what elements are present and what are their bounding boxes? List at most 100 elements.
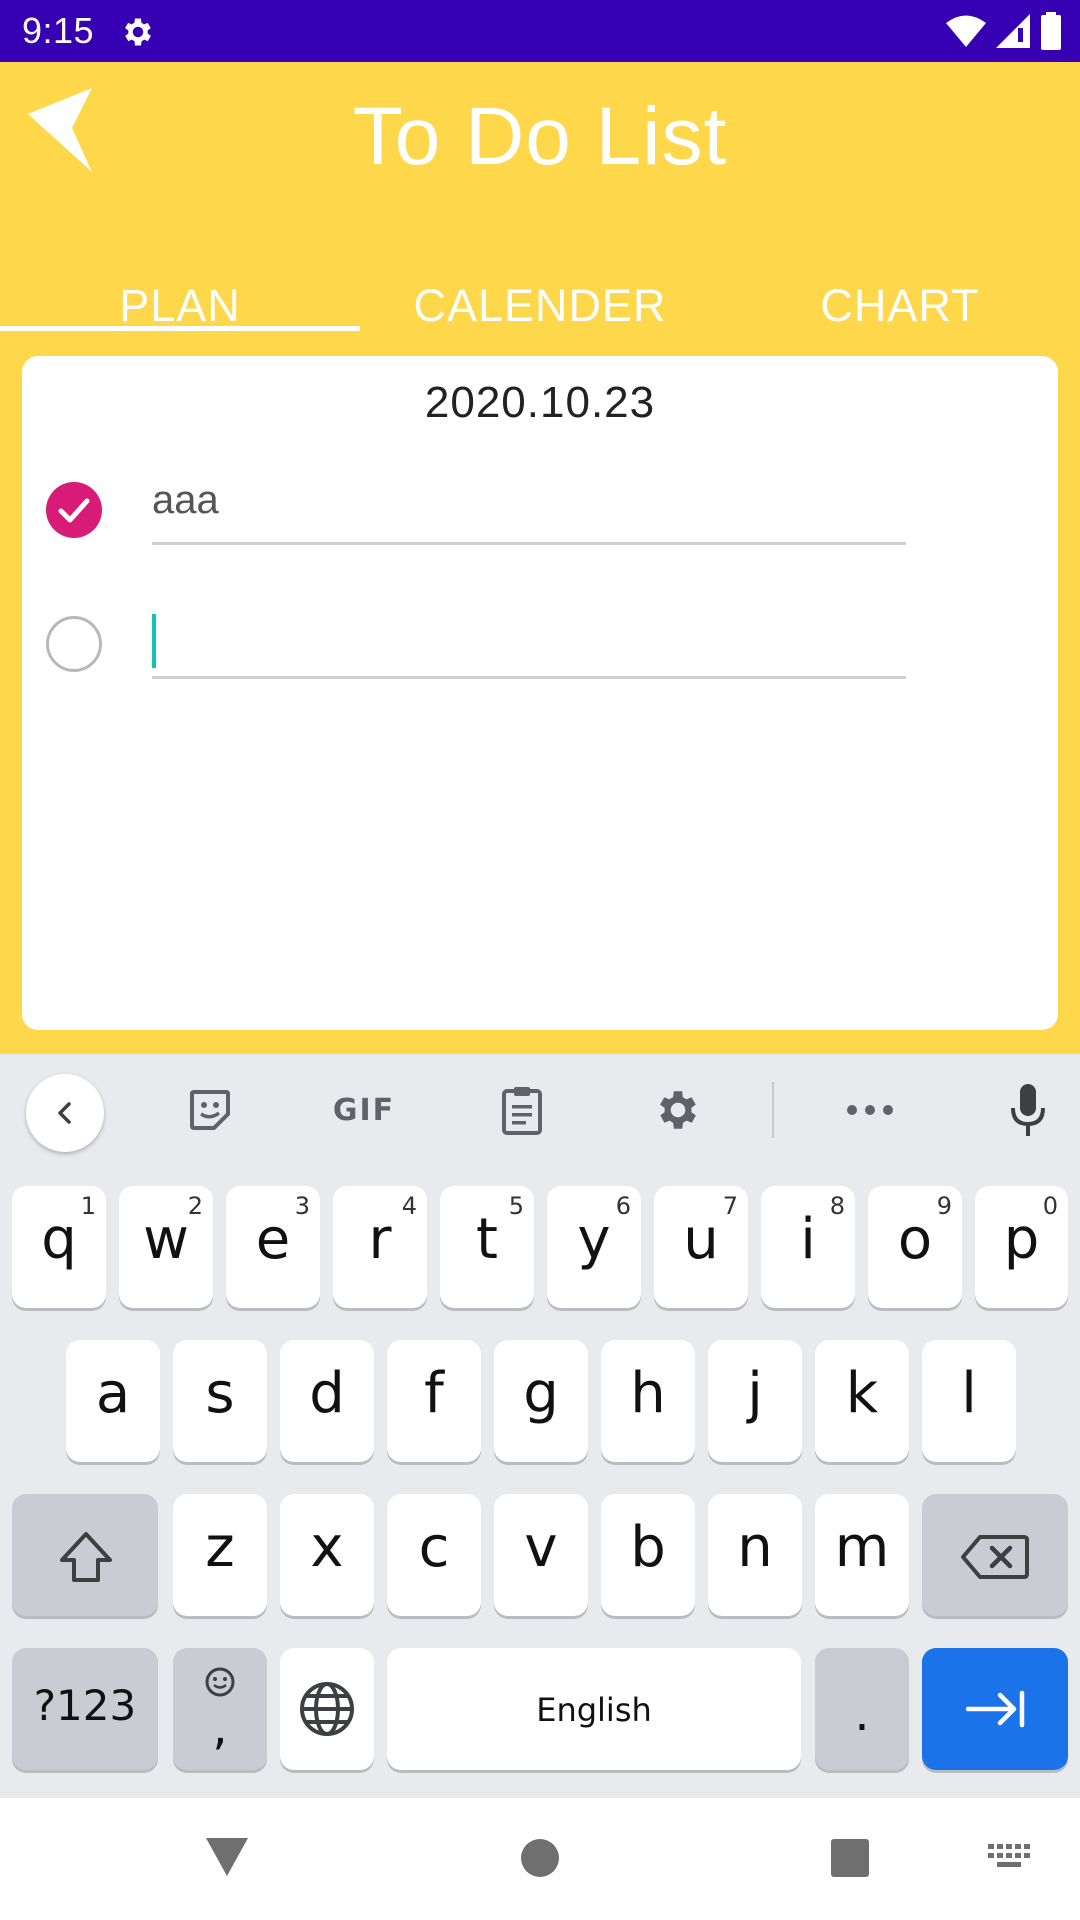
page-title: To Do List bbox=[352, 91, 728, 182]
key-z[interactable]: z bbox=[173, 1494, 267, 1616]
key-label: j bbox=[747, 1361, 763, 1426]
home-nav-icon[interactable] bbox=[520, 1838, 560, 1878]
battery-icon bbox=[1041, 12, 1061, 50]
symbols-key[interactable]: ?123 bbox=[12, 1648, 158, 1770]
space-key[interactable]: English bbox=[387, 1648, 801, 1770]
app-bar: To Do List PLAN CALENDER CHART bbox=[0, 62, 1080, 332]
shift-key[interactable] bbox=[12, 1494, 158, 1616]
tab-next-icon bbox=[966, 1690, 1025, 1728]
key-label: . bbox=[854, 1686, 870, 1742]
wifi-icon bbox=[946, 15, 986, 47]
emoji-icon bbox=[205, 1667, 235, 1697]
todo-card: 2020.10.23 aaa bbox=[22, 356, 1058, 1030]
key-p[interactable]: 0p bbox=[975, 1186, 1068, 1308]
key-label: o bbox=[897, 1207, 933, 1272]
tab-chart[interactable]: CHART bbox=[720, 230, 1080, 332]
key-label: c bbox=[418, 1515, 450, 1580]
sticker-icon[interactable] bbox=[180, 1080, 240, 1140]
settings-icon bbox=[125, 18, 151, 46]
navigation-bar bbox=[0, 1798, 1080, 1920]
key-label: y bbox=[577, 1207, 611, 1272]
key-h[interactable]: h bbox=[601, 1340, 695, 1462]
key-q[interactable]: 1q bbox=[12, 1186, 106, 1308]
key-x[interactable]: x bbox=[280, 1494, 374, 1616]
soft-keyboard: GIF 1q 2w 3 e 4 r 5 t 6 y 7 u 8 i 9 o 0 … bbox=[0, 1054, 1080, 1798]
key-f[interactable]: f bbox=[387, 1340, 481, 1462]
back-nav-icon[interactable] bbox=[204, 1836, 250, 1878]
gif-button[interactable]: GIF bbox=[332, 1080, 396, 1140]
key-w[interactable]: 2w bbox=[119, 1186, 213, 1308]
status-time: 9:15 bbox=[22, 10, 95, 51]
key-label: e bbox=[255, 1207, 291, 1272]
key-y[interactable]: 6y bbox=[547, 1186, 641, 1308]
next-key[interactable] bbox=[922, 1648, 1068, 1770]
key-g[interactable]: g bbox=[494, 1340, 588, 1462]
language-key[interactable] bbox=[280, 1648, 374, 1770]
key-label: u bbox=[683, 1207, 719, 1272]
key-label: q bbox=[41, 1207, 77, 1272]
input-underline bbox=[152, 542, 906, 545]
key-o[interactable]: 9o bbox=[868, 1186, 962, 1308]
key-u[interactable]: 7u bbox=[654, 1186, 748, 1308]
key-label: x bbox=[310, 1515, 344, 1580]
key-label: m bbox=[834, 1515, 890, 1580]
keyboard-switch-icon[interactable] bbox=[988, 1844, 1030, 1872]
key-label: b bbox=[630, 1515, 666, 1580]
key-label: l bbox=[961, 1361, 977, 1426]
checkbox-checked[interactable] bbox=[46, 482, 102, 538]
key-label: r bbox=[368, 1207, 392, 1272]
key-label: English bbox=[536, 1691, 652, 1729]
period-key[interactable]: . bbox=[815, 1648, 909, 1770]
tab-calender[interactable]: CALENDER bbox=[360, 230, 720, 332]
tab-bar: PLAN CALENDER CHART bbox=[0, 230, 1080, 332]
toolbar-divider bbox=[772, 1082, 774, 1138]
key-label: , bbox=[212, 1700, 228, 1756]
clipboard-icon[interactable] bbox=[492, 1080, 552, 1140]
backspace-icon bbox=[961, 1535, 1029, 1579]
tab-indicator bbox=[0, 326, 360, 331]
tab-plan[interactable]: PLAN bbox=[0, 230, 360, 332]
key-j[interactable]: j bbox=[708, 1340, 802, 1462]
key-c[interactable]: c bbox=[387, 1494, 481, 1616]
gif-label: GIF bbox=[332, 1092, 396, 1128]
key-d[interactable]: d bbox=[280, 1340, 374, 1462]
status-bar: 9:15 bbox=[0, 0, 1080, 62]
key-i[interactable]: 8i bbox=[761, 1186, 855, 1308]
key-a[interactable]: a bbox=[66, 1340, 160, 1462]
key-b[interactable]: b bbox=[601, 1494, 695, 1616]
key-k[interactable]: k bbox=[815, 1340, 909, 1462]
backspace-key[interactable] bbox=[922, 1494, 1068, 1616]
key-label: a bbox=[95, 1361, 131, 1426]
key-label: t bbox=[476, 1207, 498, 1272]
key-label: d bbox=[309, 1361, 345, 1426]
settings-icon[interactable] bbox=[648, 1080, 708, 1140]
key-l[interactable]: l bbox=[922, 1340, 1016, 1462]
recents-nav-icon[interactable] bbox=[830, 1838, 870, 1878]
key-r[interactable]: 4r bbox=[333, 1186, 427, 1308]
mic-icon[interactable] bbox=[998, 1080, 1058, 1140]
key-n[interactable]: n bbox=[708, 1494, 802, 1616]
key-label: ?123 bbox=[33, 1681, 137, 1730]
key-label: z bbox=[205, 1515, 235, 1580]
input-underline bbox=[152, 676, 906, 679]
key-label: s bbox=[205, 1361, 235, 1426]
emoji-comma-key[interactable]: , bbox=[173, 1648, 267, 1770]
key-v[interactable]: v bbox=[494, 1494, 588, 1616]
collapse-icon[interactable] bbox=[26, 1074, 104, 1152]
key-t[interactable]: 5t bbox=[440, 1186, 534, 1308]
signal-icon bbox=[996, 14, 1030, 48]
todo-text-field[interactable]: aaa bbox=[152, 478, 219, 523]
key-s[interactable]: s bbox=[173, 1340, 267, 1462]
more-icon[interactable] bbox=[840, 1080, 900, 1140]
todo-date: 2020.10.23 bbox=[424, 378, 656, 427]
key-label: i bbox=[800, 1207, 816, 1272]
keyboard-toolbar: GIF bbox=[0, 1054, 1080, 1164]
key-label: k bbox=[845, 1361, 879, 1426]
shift-icon bbox=[60, 1532, 112, 1582]
key-label: n bbox=[737, 1515, 773, 1580]
checkbox-unchecked[interactable] bbox=[46, 616, 102, 672]
key-e[interactable]: 3e bbox=[226, 1186, 320, 1308]
key-label: w bbox=[143, 1207, 189, 1272]
key-m[interactable]: m bbox=[815, 1494, 909, 1616]
globe-icon bbox=[300, 1682, 354, 1736]
